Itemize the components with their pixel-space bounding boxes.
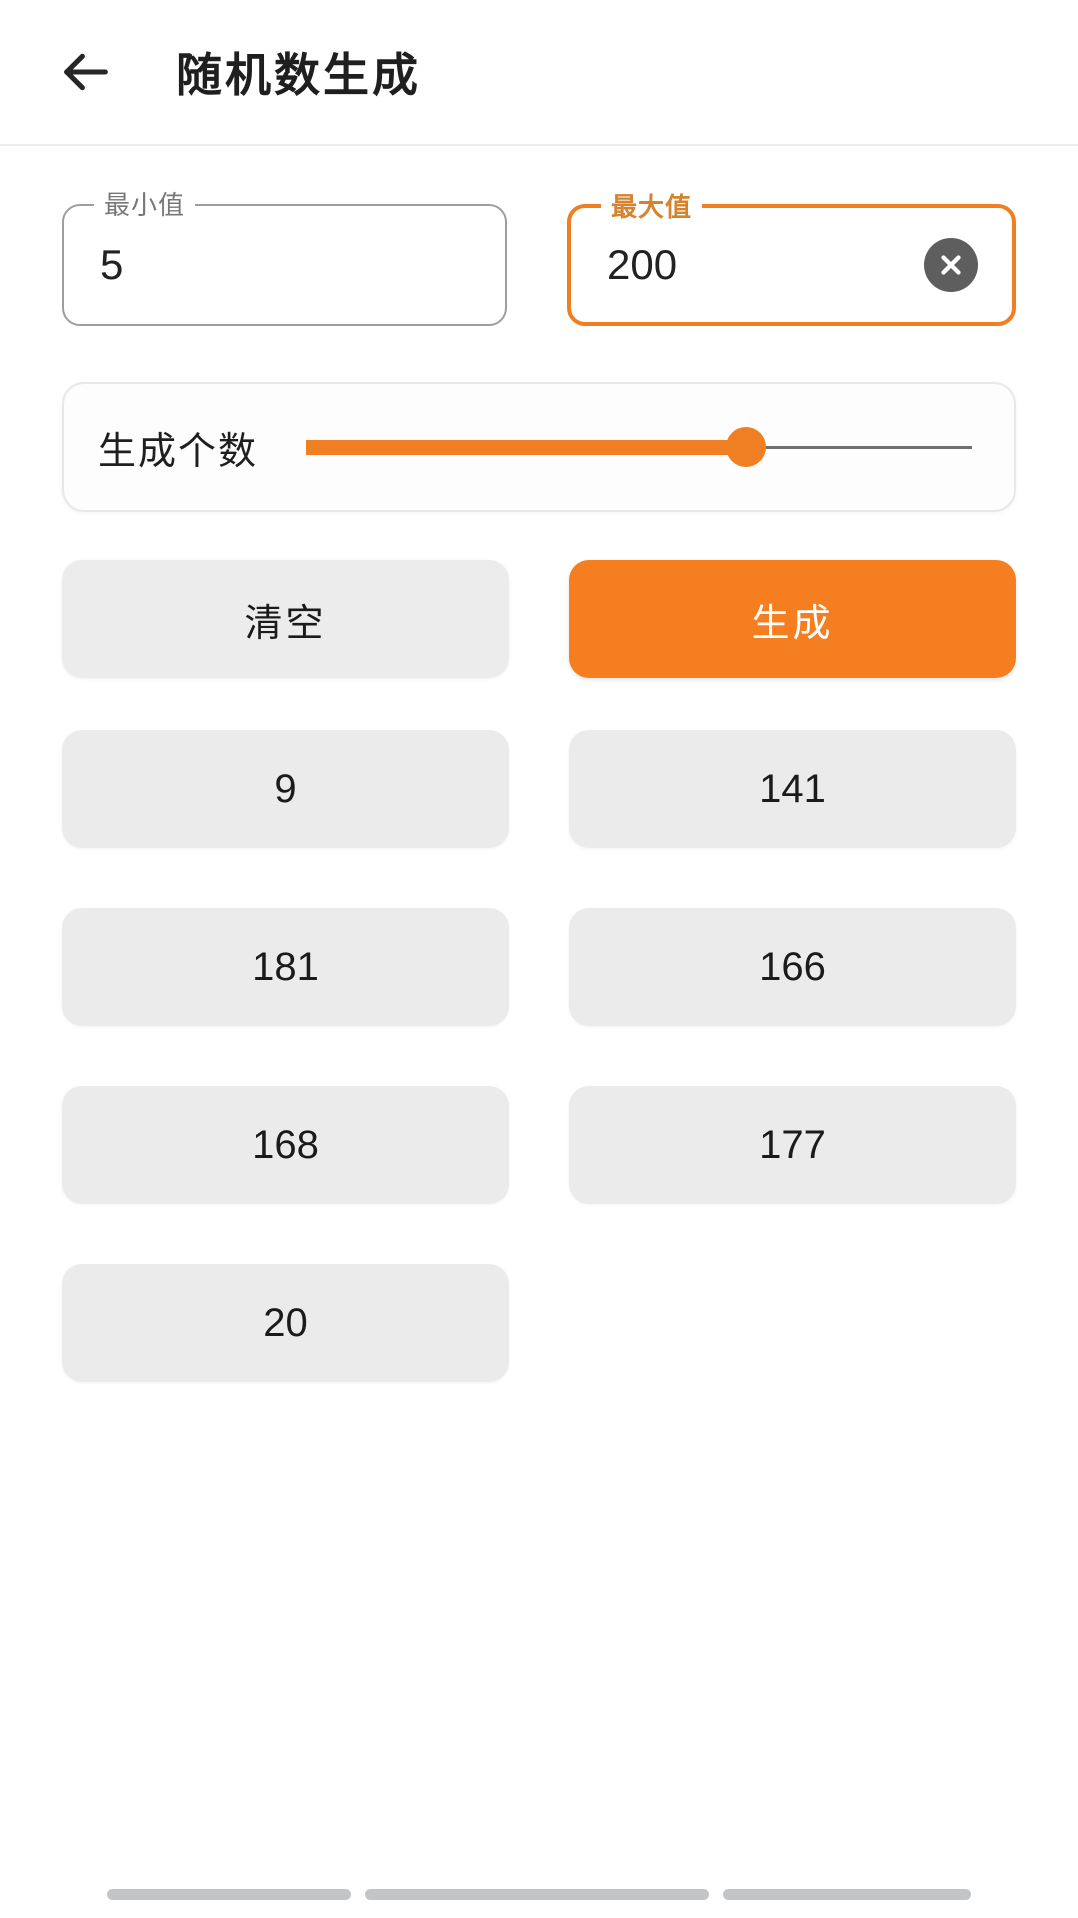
results-grid: 9 141 181 166 168 177 20 [62, 730, 1016, 1382]
max-value-label: 最大值 [601, 191, 703, 223]
clear-button[interactable]: 清空 [62, 560, 509, 678]
home-bar[interactable] [365, 1889, 709, 1900]
max-value-input[interactable]: 200 [571, 241, 924, 289]
min-value-field[interactable]: 最小值 5 [62, 189, 507, 326]
result-chip[interactable]: 181 [62, 908, 509, 1026]
back-button[interactable] [38, 24, 134, 120]
page-title: 随机数生成 [176, 49, 421, 101]
count-slider[interactable] [306, 427, 972, 467]
result-chip[interactable]: 168 [62, 1086, 509, 1204]
back-bar[interactable] [723, 1889, 971, 1900]
count-slider-card: 生成个数 [62, 382, 1016, 512]
app-screen: 随机数生成 最小值 5 最大值 200 生成个数 清空 生成 9 141 181… [0, 0, 1078, 1918]
count-slider-label: 生成个数 [98, 430, 259, 473]
system-navigation-bar [0, 1889, 1078, 1900]
result-chip[interactable]: 20 [62, 1264, 509, 1382]
action-buttons-row: 清空 生成 [62, 560, 1016, 678]
slider-fill [306, 439, 746, 455]
arrow-left-icon [57, 43, 115, 101]
slider-thumb[interactable] [725, 427, 766, 467]
result-chip[interactable]: 166 [569, 908, 1016, 1026]
app-header: 随机数生成 [0, 0, 1078, 146]
range-fields-row: 最小值 5 最大值 200 [62, 146, 1016, 326]
result-chip[interactable]: 177 [569, 1086, 1016, 1204]
min-value-input[interactable]: 5 [64, 241, 505, 289]
min-value-label: 最小值 [94, 189, 196, 221]
recents-bar[interactable] [107, 1889, 351, 1900]
close-circle-icon[interactable] [924, 238, 978, 292]
result-chip[interactable]: 9 [62, 730, 509, 848]
generate-button[interactable]: 生成 [569, 560, 1016, 678]
max-value-field[interactable]: 最大值 200 [567, 191, 1016, 326]
result-chip[interactable]: 141 [569, 730, 1016, 848]
main-content: 最小值 5 最大值 200 生成个数 清空 生成 9 141 181 166 1… [0, 146, 1078, 1382]
